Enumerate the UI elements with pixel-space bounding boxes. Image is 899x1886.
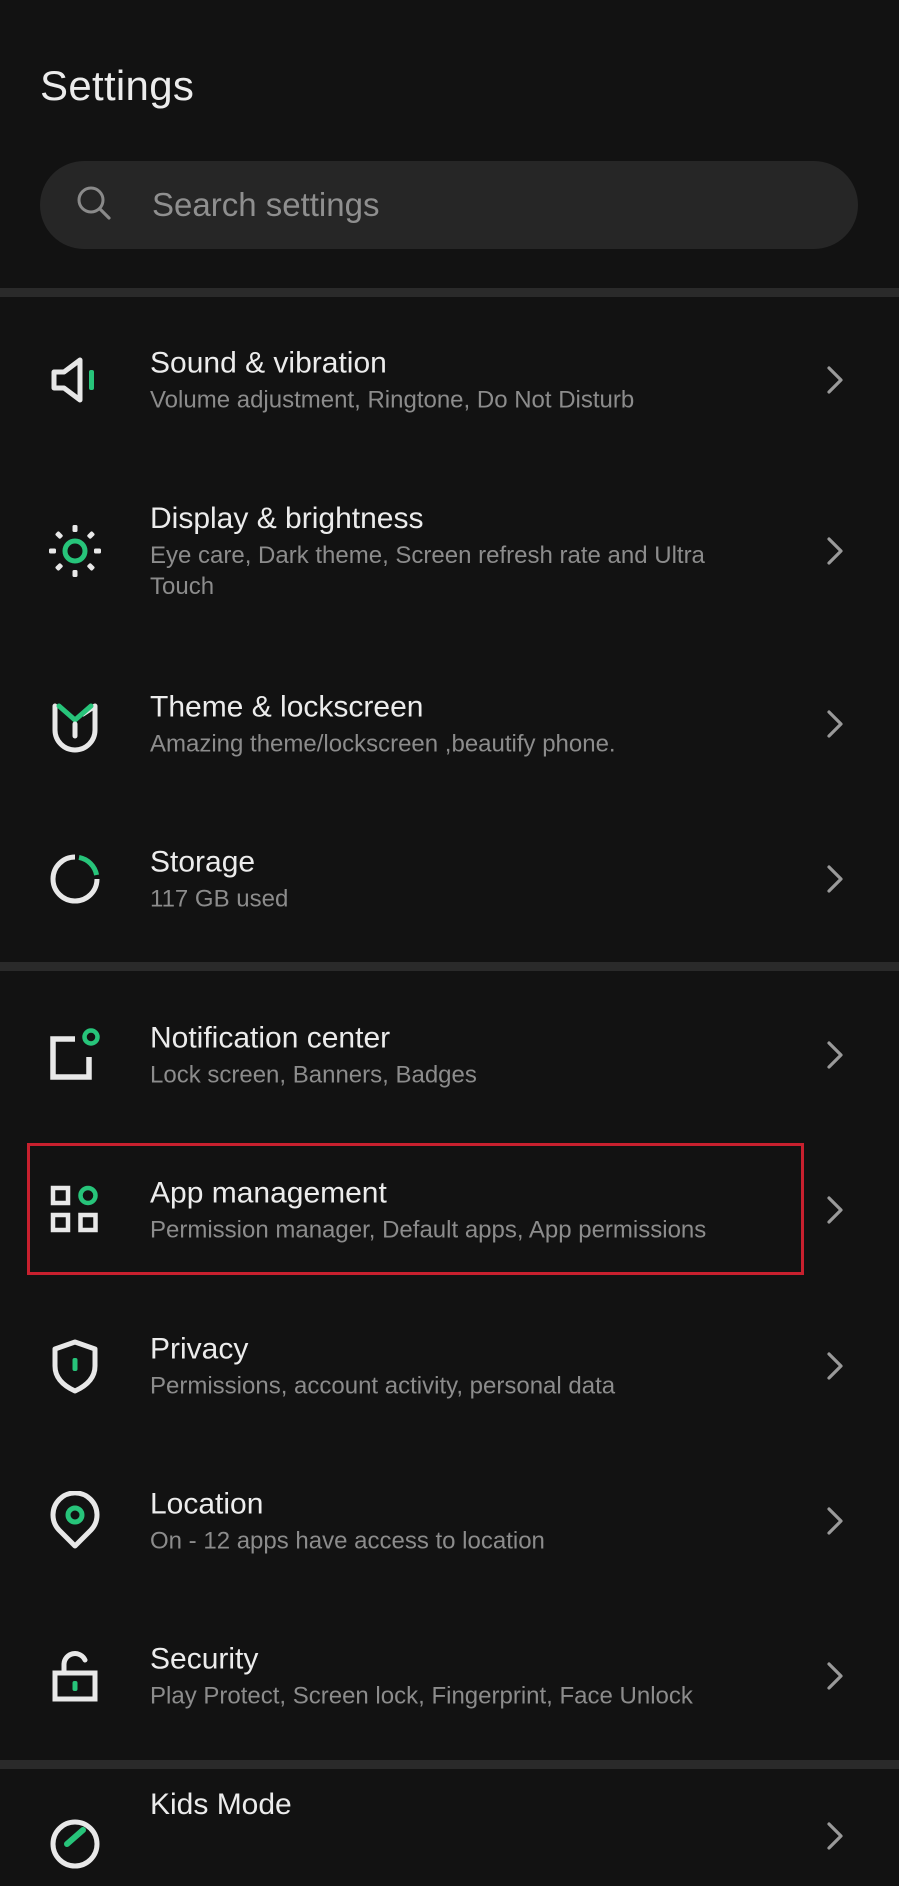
settings-item-privacy[interactable]: Privacy Permissions, account activity, p… bbox=[0, 1288, 899, 1443]
search-input[interactable] bbox=[150, 185, 754, 225]
chevron-right-icon bbox=[823, 1349, 847, 1383]
settings-item-title: App management bbox=[150, 1176, 387, 1209]
page-title: Settings bbox=[40, 62, 195, 109]
settings-item-location[interactable]: Location On - 12 apps have access to loc… bbox=[0, 1443, 899, 1598]
settings-item-subtitle: Volume adjustment, Ringtone, Do Not Dist… bbox=[150, 386, 635, 413]
notification-icon bbox=[45, 1025, 105, 1085]
search-bar[interactable] bbox=[40, 161, 858, 249]
chevron-right-icon bbox=[823, 534, 847, 568]
chevron-right-icon bbox=[823, 862, 847, 896]
settings-item-title: Privacy bbox=[150, 1332, 249, 1365]
settings-item-sound-vibration[interactable]: Sound & vibration Volume adjustment, Rin… bbox=[0, 302, 899, 457]
settings-item-notification-center[interactable]: Notification center Lock screen, Banners… bbox=[0, 977, 899, 1132]
padlock-icon bbox=[45, 1646, 105, 1706]
theme-icon bbox=[45, 694, 105, 754]
apps-grid-icon bbox=[45, 1180, 105, 1240]
settings-item-title: Display & brightness bbox=[150, 502, 424, 535]
settings-item-subtitle: On - 12 apps have access to location bbox=[150, 1527, 545, 1554]
chevron-right-icon bbox=[823, 707, 847, 741]
chevron-right-icon bbox=[823, 1819, 847, 1853]
settings-item-security[interactable]: Security Play Protect, Screen lock, Fing… bbox=[0, 1598, 899, 1753]
chevron-right-icon bbox=[823, 1659, 847, 1693]
settings-item-title: Storage bbox=[150, 845, 256, 878]
section-divider bbox=[0, 962, 899, 971]
section-divider bbox=[0, 288, 899, 297]
location-pin-icon bbox=[45, 1490, 105, 1551]
settings-item-theme-lockscreen[interactable]: Theme & lockscreen Amazing theme/lockscr… bbox=[0, 646, 899, 801]
settings-item-subtitle: Amazing theme/lockscreen ,beautify phone… bbox=[150, 730, 616, 757]
chevron-right-icon bbox=[823, 363, 847, 397]
section-divider bbox=[0, 1760, 899, 1769]
settings-item-title: Notification center bbox=[150, 1021, 391, 1054]
settings-item-title: Sound & vibration bbox=[150, 346, 387, 379]
storage-ring-icon bbox=[45, 849, 105, 909]
kids-mode-icon bbox=[45, 1814, 105, 1874]
sun-icon bbox=[45, 521, 105, 581]
settings-item-app-management[interactable]: App management Permission manager, Defau… bbox=[0, 1132, 899, 1287]
settings-item-subtitle: 117 GB used bbox=[150, 885, 289, 912]
settings-item-subtitle: Permission manager, Default apps, App pe… bbox=[150, 1216, 707, 1243]
chevron-right-icon bbox=[823, 1504, 847, 1538]
settings-item-subtitle: Play Protect, Screen lock, Fingerprint, … bbox=[150, 1682, 693, 1709]
settings-item-title: Location bbox=[150, 1487, 264, 1520]
chevron-right-icon bbox=[823, 1193, 847, 1227]
settings-item-title: Kids Mode bbox=[150, 1788, 292, 1821]
settings-item-kids-mode[interactable]: Kids Mode bbox=[0, 1776, 899, 1886]
settings-item-subtitle: Permissions, account activity, personal … bbox=[150, 1372, 616, 1399]
settings-item-subtitle: Lock screen, Banners, Badges bbox=[150, 1061, 477, 1088]
speaker-icon bbox=[45, 350, 105, 410]
settings-item-storage[interactable]: Storage 117 GB used bbox=[0, 801, 899, 956]
settings-item-title: Theme & lockscreen bbox=[150, 690, 424, 723]
shield-icon bbox=[45, 1336, 105, 1396]
search-icon bbox=[74, 183, 114, 228]
chevron-right-icon bbox=[823, 1038, 847, 1072]
settings-item-display-brightness[interactable]: Display & brightness Eye care, Dark them… bbox=[0, 472, 899, 630]
settings-item-title: Security bbox=[150, 1642, 259, 1675]
settings-item-subtitle: Eye care, Dark theme, Screen refresh rat… bbox=[150, 542, 705, 600]
